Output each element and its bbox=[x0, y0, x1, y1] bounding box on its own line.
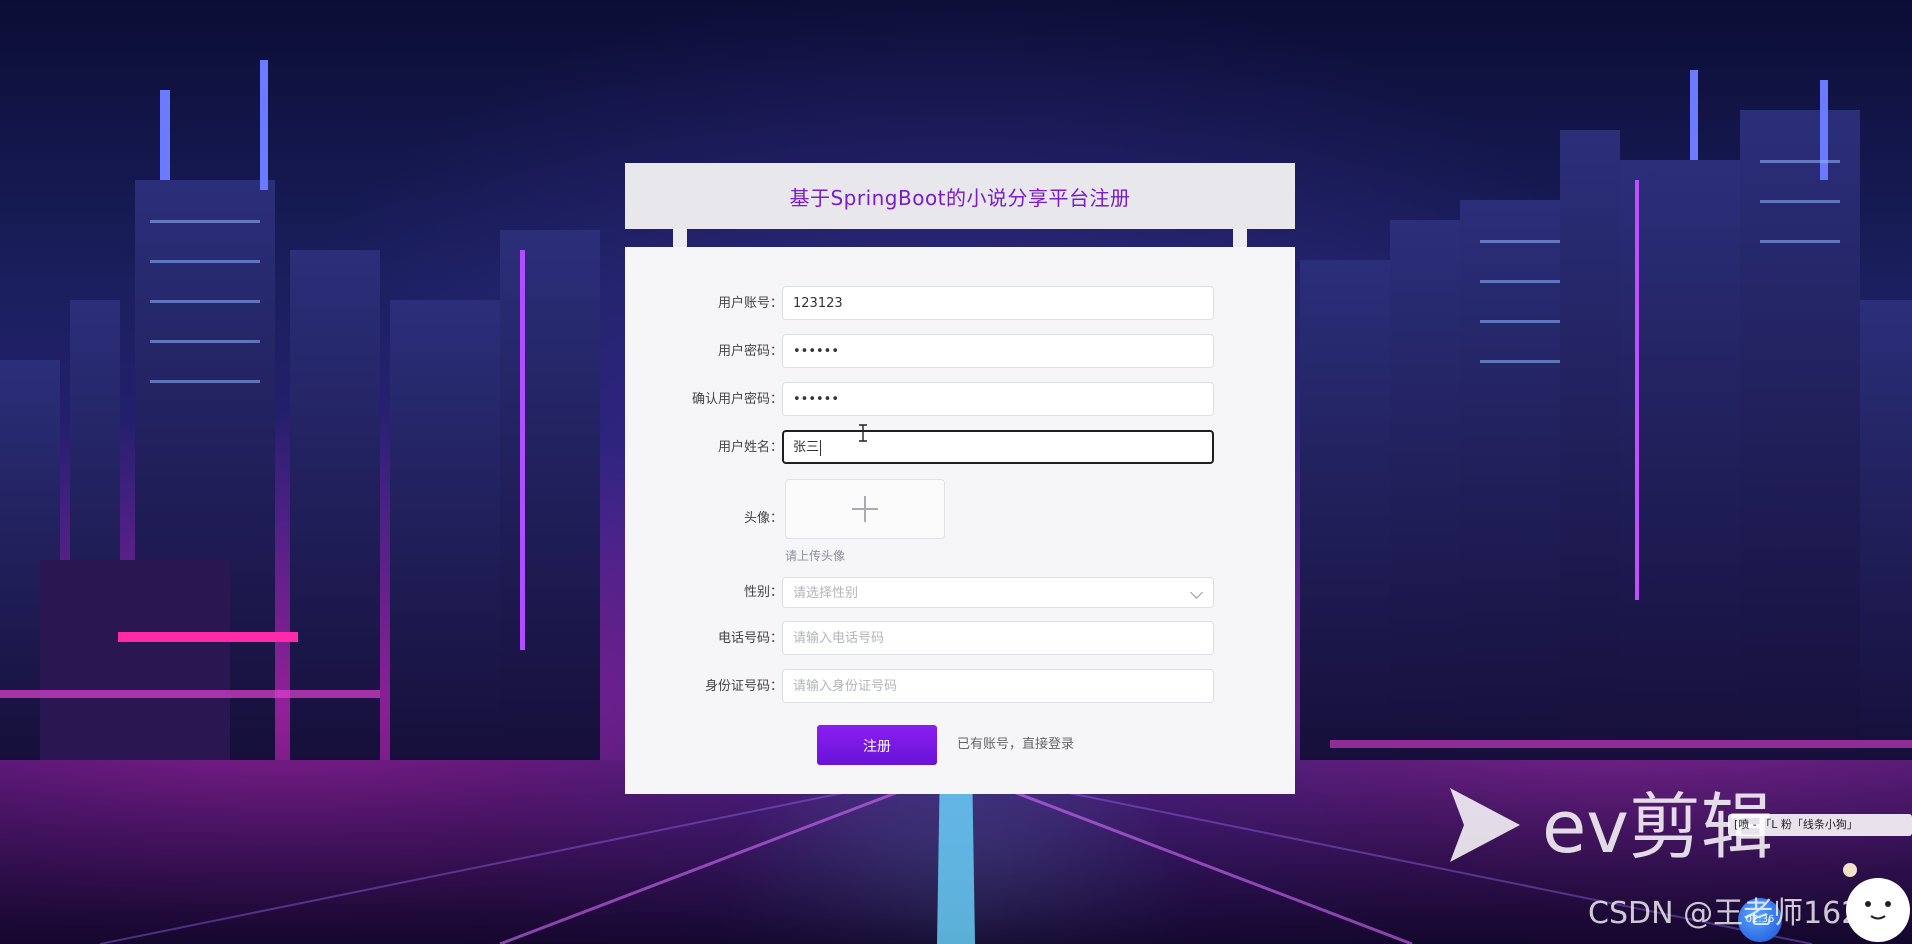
notification-toast[interactable]: [喷 - 「L 粉「线条小狗」 bbox=[1728, 814, 1912, 836]
gender-label: 性别： bbox=[743, 585, 783, 600]
text-caret bbox=[820, 439, 822, 456]
confirm-password-row: 确认用户密码： •••••• bbox=[625, 382, 1295, 418]
avatar-hint: 请上传头像 bbox=[785, 549, 846, 563]
phone-input[interactable]: 请输入电话号码 bbox=[782, 621, 1214, 655]
phone-row: 电话号码： 请输入电话号码 bbox=[625, 621, 1295, 657]
confirm-password-input[interactable]: •••••• bbox=[782, 382, 1214, 416]
username-row: 用户账号： 123123 bbox=[625, 286, 1295, 322]
register-form: 用户账号： 123123 用户密码： •••••• 确认用户密码： ••••••… bbox=[625, 247, 1295, 794]
gender-row: 性别： 请选择性别 bbox=[625, 577, 1295, 609]
phone-label: 电话号码： bbox=[717, 631, 783, 646]
name-input-value: 张三 bbox=[793, 440, 820, 455]
page-title: 基于SpringBoot的小说分享平台注册 bbox=[789, 185, 1131, 210]
password-row: 用户密码： •••••• bbox=[625, 334, 1295, 370]
plus-icon bbox=[852, 496, 878, 522]
register-card-header: 基于SpringBoot的小说分享平台注册 bbox=[625, 163, 1295, 229]
name-label: 用户姓名： bbox=[717, 440, 783, 455]
idcard-label: 身份证号码： bbox=[704, 679, 783, 694]
password-label: 用户密码： bbox=[717, 344, 783, 359]
password-input[interactable]: •••••• bbox=[782, 334, 1214, 368]
gender-select-placeholder: 请选择性别 bbox=[793, 586, 859, 601]
avatar-label: 头像： bbox=[743, 511, 783, 526]
avatar-upload-button[interactable] bbox=[785, 479, 945, 539]
gender-select[interactable]: 请选择性别 bbox=[782, 577, 1214, 608]
page-background: 基于SpringBoot的小说分享平台注册 用户账号： 123123 用户密码：… bbox=[0, 0, 1912, 944]
header-divider bbox=[625, 229, 1295, 247]
username-input[interactable]: 123123 bbox=[782, 286, 1214, 320]
chevron-down-icon bbox=[1190, 586, 1203, 599]
register-button[interactable]: 注册 bbox=[817, 725, 937, 765]
username-label: 用户账号： bbox=[717, 296, 783, 311]
csdn-watermark: CSDN @王老师162 bbox=[1588, 896, 1861, 931]
name-input[interactable]: 张三 bbox=[782, 430, 1214, 464]
idcard-input[interactable]: 请输入身份证号码 bbox=[782, 669, 1214, 703]
name-row: 用户姓名： 张三 bbox=[625, 430, 1295, 466]
login-link[interactable]: 已有账号，直接登录 bbox=[957, 725, 1074, 765]
idcard-row: 身份证号码： 请输入身份证号码 bbox=[625, 669, 1295, 705]
text-cursor-icon bbox=[859, 424, 867, 442]
confirm-password-label: 确认用户密码： bbox=[691, 392, 783, 407]
avatar-row: 头像： 请上传头像 bbox=[625, 479, 1295, 569]
